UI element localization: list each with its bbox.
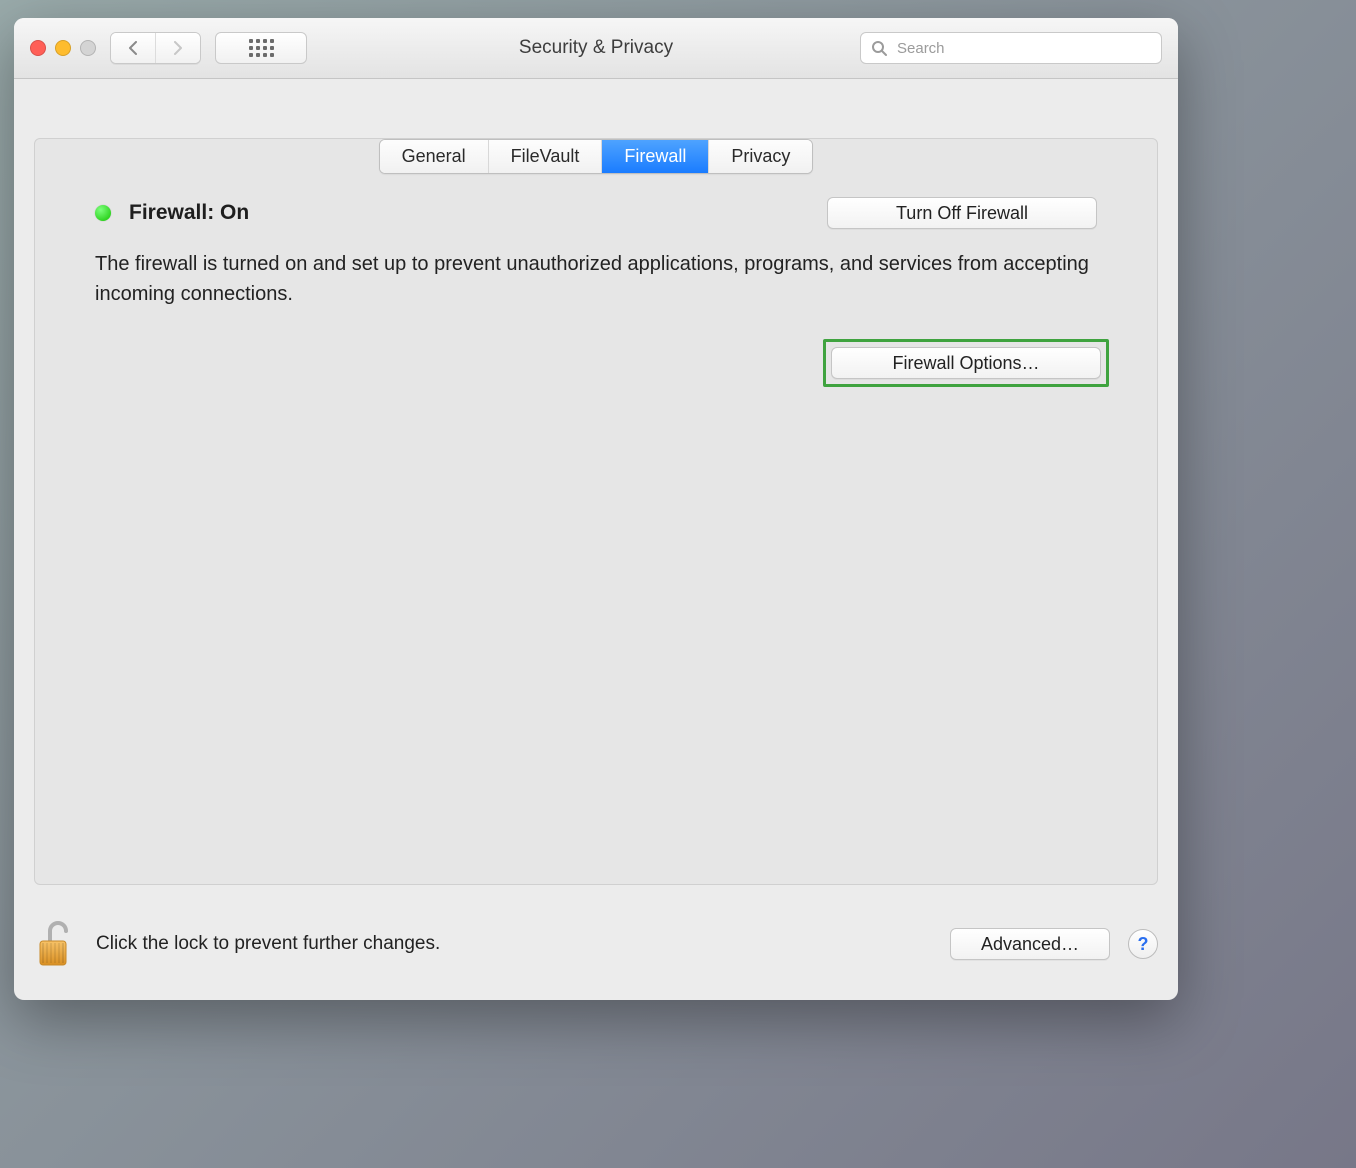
advanced-button[interactable]: Advanced… (950, 928, 1110, 960)
unlocked-lock-icon (34, 917, 78, 971)
status-indicator-icon (95, 205, 111, 221)
chevron-left-icon (127, 41, 139, 55)
tab-filevault[interactable]: FileVault (488, 140, 602, 173)
firewall-status-label: Firewall: On (129, 201, 249, 225)
grid-icon (249, 39, 274, 57)
lock-description: Click the lock to prevent further change… (96, 933, 440, 955)
search-icon (871, 40, 887, 56)
search-field[interactable] (860, 32, 1162, 64)
firewall-description: The firewall is turned on and set up to … (95, 249, 1097, 309)
chevron-right-icon (172, 41, 184, 55)
search-input[interactable] (895, 39, 1151, 58)
toolbar: Security & Privacy (14, 18, 1178, 79)
footer: Click the lock to prevent further change… (34, 898, 1158, 990)
firewall-status: Firewall: On (95, 201, 249, 225)
footer-right: Advanced… ? (950, 928, 1158, 960)
turn-off-firewall-button[interactable]: Turn Off Firewall (827, 197, 1097, 229)
preferences-window: Security & Privacy General FileVault Fir… (14, 18, 1178, 1000)
tab-bar: General FileVault Firewall Privacy (379, 139, 814, 174)
nav-forward-button[interactable] (155, 33, 200, 63)
tab-general[interactable]: General (380, 140, 488, 173)
zoom-window-button[interactable] (80, 40, 96, 56)
minimize-window-button[interactable] (55, 40, 71, 56)
nav-back-forward (110, 32, 201, 64)
help-icon: ? (1138, 934, 1149, 955)
close-window-button[interactable] (30, 40, 46, 56)
tab-firewall[interactable]: Firewall (601, 140, 708, 173)
lock-button[interactable] (34, 917, 78, 971)
help-button[interactable]: ? (1128, 929, 1158, 959)
annotation-highlight: Firewall Options… (823, 339, 1109, 387)
tab-privacy[interactable]: Privacy (708, 140, 812, 173)
firewall-options-row: Firewall Options… (75, 339, 1109, 387)
firewall-panel: Firewall: On Turn Off Firewall The firew… (34, 138, 1158, 885)
tabs-container: General FileVault Firewall Privacy (14, 139, 1178, 174)
window-controls (30, 40, 96, 56)
show-all-button[interactable] (215, 32, 307, 64)
nav-back-button[interactable] (111, 33, 155, 63)
firewall-options-button[interactable]: Firewall Options… (831, 347, 1101, 379)
firewall-status-row: Firewall: On Turn Off Firewall (95, 197, 1097, 229)
